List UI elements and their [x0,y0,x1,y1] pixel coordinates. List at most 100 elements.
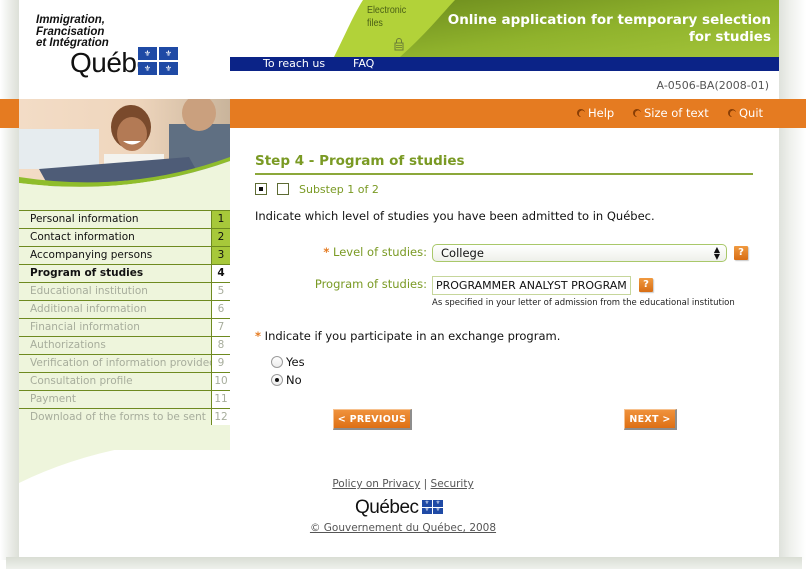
size-of-text-link-label: Size of text [644,106,709,120]
substep-1-indicator[interactable] [255,183,267,195]
exchange-yes-label: Yes [286,355,305,369]
size-of-text-link[interactable]: Size of text [633,106,709,120]
sidebar-item-personal-information[interactable]: Personal information 1 [19,211,230,229]
footer-quebec-flag-icon: ⚜ ⚜ ⚜ ⚜ [422,500,443,514]
sidebar-item-number: 10 [211,373,230,390]
level-of-studies-help-button[interactable]: ? [734,246,748,260]
sidebar-item-number: 6 [211,301,230,318]
level-of-studies-label: * Level of studies: [300,245,427,259]
sidebar-item-number: 3 [211,247,230,264]
substep-2-indicator[interactable] [277,183,289,195]
quit-link-label: Quit [739,106,764,120]
sidebar-item-number: 12 [211,409,230,426]
page-right-shadow [779,0,806,560]
help-link[interactable]: Help [577,106,614,120]
instruction-text: Indicate which level of studies you have… [255,209,655,223]
previous-button[interactable]: < PREVIOUS [333,409,412,430]
program-of-studies-input[interactable] [432,276,631,295]
students-photo [19,99,230,189]
help-link-label: Help [588,106,615,120]
program-of-studies-hint: As specified in your letter of admission… [432,298,735,308]
sidebar-item-number: 9 [211,355,230,372]
bullet-icon [633,109,641,117]
application-title-line: for studies [688,28,771,45]
sidebar-item-number: 1 [211,211,230,228]
footer-separator: | [423,478,428,490]
form-code: A-0506-BA(2008-01) [656,79,769,92]
ministry-name-line: Immigration, [36,14,106,26]
sidebar-item-number: 8 [211,337,230,354]
sidebar-item-label: Payment [30,393,76,405]
sidebar-item-label: Financial information [30,321,140,333]
copyright: © Gouvernement du Québec, 2008 [0,522,806,534]
page-bottom-shadow [6,557,802,569]
sidebar-item-number: 5 [211,283,230,300]
exchange-no-radio[interactable] [271,374,283,386]
exchange-yes-radio[interactable] [271,356,283,368]
sidebar-item-label: Verification of information provided [30,357,211,369]
bullet-icon [728,109,736,117]
exchange-program-question-text: Indicate if you participate in an exchan… [264,329,561,343]
exchange-yes-option[interactable]: Yes [271,355,305,369]
level-of-studies-label-text: Level of studies: [333,245,427,259]
sidebar-item-label: Educational institution [30,285,148,297]
sidebar-item-label: Authorizations [30,339,106,351]
required-asterisk: * [255,329,262,343]
exchange-program-question: * Indicate if you participate in an exch… [255,329,560,343]
page-left-shadow [0,0,19,560]
application-title-line: Online application for temporary selecti… [447,12,771,28]
sidebar-item-program-of-studies[interactable]: Program of studies 4 [19,265,230,283]
sidebar-item-label: Download of the forms to be sent [30,411,206,423]
faq-link[interactable]: FAQ [353,57,374,71]
sidebar-curve-decoration [19,425,230,483]
sidebar-item-financial-information: Financial information 7 [19,319,230,337]
sidebar-item-number: 11 [211,391,230,408]
fleur-de-lis-icon: ⚜ [422,507,432,514]
sidebar-item-label: Personal information [30,213,139,225]
substep-label: Substep 1 of 2 [299,183,379,196]
electronic-files-line: Electronic [367,4,407,16]
required-asterisk: * [323,245,330,259]
fleur-de-lis-icon: ⚜ [422,500,432,507]
select-arrows-icon: ▲ ▼ [713,245,720,261]
exchange-no-label: No [286,373,302,387]
security-link[interactable]: Security [431,478,474,490]
sidebar-item-payment: Payment 11 [19,391,230,409]
fleur-de-lis-icon: ⚜ [159,62,178,75]
top-nav-bar: To reach us FAQ [230,57,779,71]
program-of-studies-help-button[interactable]: ? [639,278,653,292]
sidebar-item-contact-information[interactable]: Contact information 2 [19,229,230,247]
sidebar-item-accompanying-persons[interactable]: Accompanying persons 3 [19,247,230,265]
fleur-de-lis-icon: ⚜ [138,62,157,75]
sidebar-item-number: 4 [211,265,230,282]
program-of-studies-label: Program of studies: [314,277,427,291]
level-of-studies-select[interactable]: College ▲ ▼ [432,244,727,262]
fleur-de-lis-icon: ⚜ [433,507,443,514]
fleur-de-lis-icon: ⚜ [433,500,443,507]
bullet-icon [577,109,585,117]
quit-link[interactable]: Quit [728,106,763,120]
lock-icon [394,38,404,51]
footer-links: Policy on Privacy | Security [0,478,806,490]
sidebar-item-label: Contact information [30,231,135,243]
footer-quebec-wordmark: Québec [355,497,419,518]
steps-nav: Personal information 1 Contact informati… [19,210,230,427]
title-divider [255,173,753,175]
copyright-link[interactable]: © Gouvernement du Québec, 2008 [310,522,496,534]
fleur-de-lis-icon: ⚜ [138,47,157,60]
exchange-no-option[interactable]: No [271,373,302,387]
ministry-logo[interactable]: Immigration, Francisation et Intégration… [36,14,226,85]
privacy-policy-link[interactable]: Policy on Privacy [332,478,420,490]
electronic-files-line: files [367,17,383,29]
sidebar-item-authorizations: Authorizations 8 [19,337,230,355]
next-button[interactable]: NEXT > [624,409,677,430]
sidebar-item-verification: Verification of information provided 9 [19,355,230,373]
fleur-de-lis-icon: ⚜ [159,47,178,60]
sidebar-item-consultation-profile: Consultation profile 10 [19,373,230,391]
sidebar-item-number: 2 [211,229,230,246]
quebec-flag-icon: ⚜ ⚜ ⚜ ⚜ [138,47,178,75]
sidebar-item-number: 7 [211,319,230,336]
sidebar-item-educational-institution: Educational institution 5 [19,283,230,301]
to-reach-us-link[interactable]: To reach us [263,57,325,71]
electronic-files-label: Electronic files [367,4,406,30]
